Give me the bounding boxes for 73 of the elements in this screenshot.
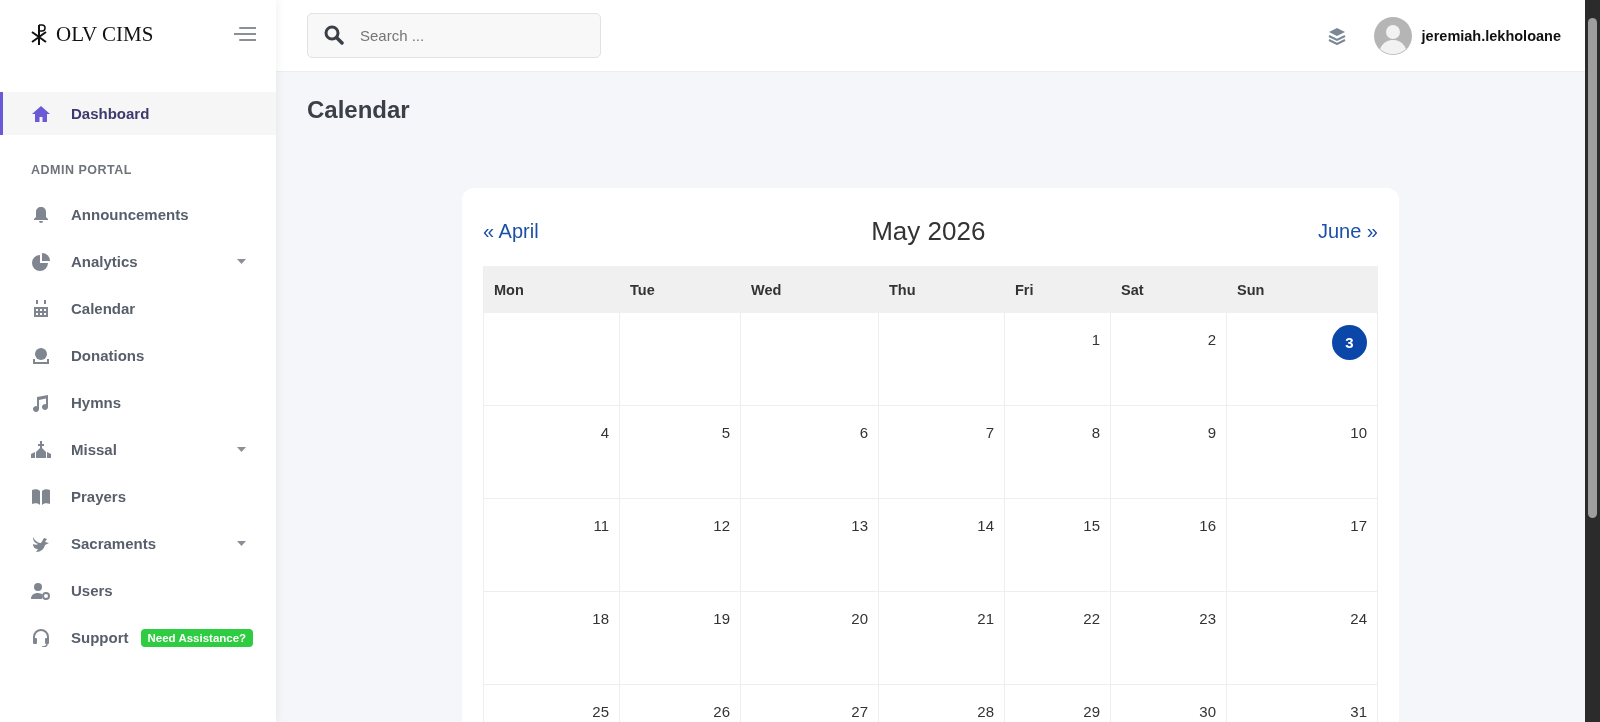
day-number: 9 xyxy=(1207,423,1216,441)
sidebar-item[interactable]: Analytics xyxy=(0,238,276,285)
page-title: Calendar xyxy=(307,96,411,124)
sidebar-item[interactable]: Hymns xyxy=(0,379,276,426)
avatar-icon[interactable] xyxy=(1373,16,1412,55)
day-number: 20 xyxy=(851,609,868,627)
day-number: 26 xyxy=(713,702,730,720)
layers-icon[interactable] xyxy=(1327,26,1346,45)
weekday-header: Tue xyxy=(620,266,741,313)
day-number: 15 xyxy=(1083,516,1100,534)
sidebar-item[interactable]: Missal xyxy=(0,426,276,473)
day-number: 1 xyxy=(1091,330,1100,348)
assistance-badge: Need Assistance? xyxy=(140,628,254,647)
day-number: 16 xyxy=(1199,516,1216,534)
section-title: ADMIN PORTAL xyxy=(30,163,133,177)
day-number: 2 xyxy=(1207,330,1216,348)
day-number: 10 xyxy=(1350,423,1367,441)
day-number: 4 xyxy=(600,423,609,441)
weekday-header: Sun xyxy=(1227,266,1378,313)
home-icon xyxy=(31,104,51,123)
sidebar-item[interactable]: Dashboard xyxy=(0,92,276,135)
sidebar-item[interactable]: Users xyxy=(0,567,276,614)
weekday-header: Sat xyxy=(1111,266,1227,313)
day-number: 28 xyxy=(977,702,994,720)
month-title: May 2026 xyxy=(871,215,986,247)
next-month-link[interactable]: June » xyxy=(1317,219,1378,243)
sidebar-item[interactable]: Calendar xyxy=(0,285,276,332)
brand-name[interactable]: OLV CIMS xyxy=(56,21,154,47)
calendar-icon xyxy=(31,299,51,318)
day-number: 8 xyxy=(1091,423,1100,441)
day-number: 17 xyxy=(1350,516,1367,534)
weekday-header: Mon xyxy=(484,266,620,313)
weekday-header: Wed xyxy=(741,266,879,313)
weekday-header: Fri xyxy=(1005,266,1111,313)
day-number: 19 xyxy=(713,609,730,627)
day-number: 13 xyxy=(851,516,868,534)
day-number: 21 xyxy=(977,609,994,627)
sidebar-item[interactable]: Support Need Assistance? xyxy=(0,614,276,661)
pie-chart-icon xyxy=(31,252,51,271)
headset-icon xyxy=(31,628,51,647)
day-number: 30 xyxy=(1199,702,1216,720)
bell-icon xyxy=(31,205,51,224)
sidebar-item[interactable]: Sacraments xyxy=(0,520,276,567)
coin-hand-icon xyxy=(31,346,51,365)
day-number: 24 xyxy=(1350,609,1367,627)
day-number: 22 xyxy=(1083,609,1100,627)
search-field[interactable]: Search ... xyxy=(307,13,601,58)
music-note-icon xyxy=(31,393,51,412)
chi-rho-icon xyxy=(30,23,48,45)
day-number: 6 xyxy=(859,423,868,441)
username[interactable]: jeremiah.lekholoane xyxy=(1421,27,1561,44)
day-number: 7 xyxy=(985,423,994,441)
day-number: 27 xyxy=(851,702,868,720)
day-number: 5 xyxy=(721,423,730,441)
day-number: 29 xyxy=(1083,702,1100,720)
day-number: 23 xyxy=(1199,609,1216,627)
previous-month-link[interactable]: « April xyxy=(483,219,539,243)
scrollbar[interactable] xyxy=(1585,0,1600,722)
user-gear-icon xyxy=(31,581,51,600)
sidebar-item[interactable]: Announcements xyxy=(0,191,276,238)
day-number: 11 xyxy=(593,516,609,534)
day-number: 18 xyxy=(592,609,609,627)
church-icon xyxy=(31,440,51,459)
weekday-header: Thu xyxy=(879,266,1005,313)
sidebar-item[interactable]: Prayers xyxy=(0,473,276,520)
day-number: 31 xyxy=(1350,702,1367,720)
day-number: 12 xyxy=(713,516,730,534)
menu-icon[interactable] xyxy=(234,26,256,42)
today-marker: 3 xyxy=(1332,325,1367,360)
book-icon xyxy=(31,487,51,506)
day-number: 25 xyxy=(592,702,609,720)
day-number: 14 xyxy=(977,516,994,534)
sidebar-item[interactable]: Donations xyxy=(0,332,276,379)
